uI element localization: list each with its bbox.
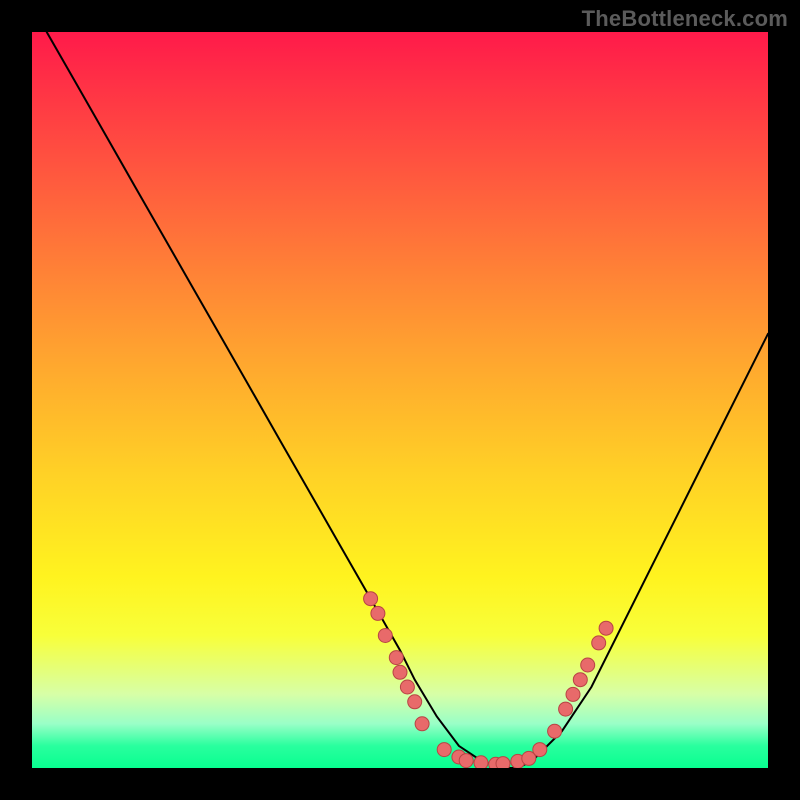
bottleneck-curve [32,32,768,768]
curve-dot [559,702,573,716]
curve-dot [364,592,378,606]
curve-dot [474,756,488,768]
curve-dot [389,651,403,665]
curve-dot [581,658,595,672]
curve-dot [437,743,451,757]
curve-dot [378,629,392,643]
curve-dot [548,724,562,738]
curve-dot [371,606,385,620]
curve-dot [415,717,429,731]
curve-dot [408,695,422,709]
chart-plot-area [32,32,768,768]
curve-dot [400,680,414,694]
curve-dot [533,743,547,757]
curve-dot [592,636,606,650]
curve-dot [599,621,613,635]
curve-dot [459,754,473,768]
curve-dot [573,673,587,687]
curve-dot [566,687,580,701]
watermark: TheBottleneck.com [582,6,788,32]
curve-dot [393,665,407,679]
curve-dot [496,757,510,768]
